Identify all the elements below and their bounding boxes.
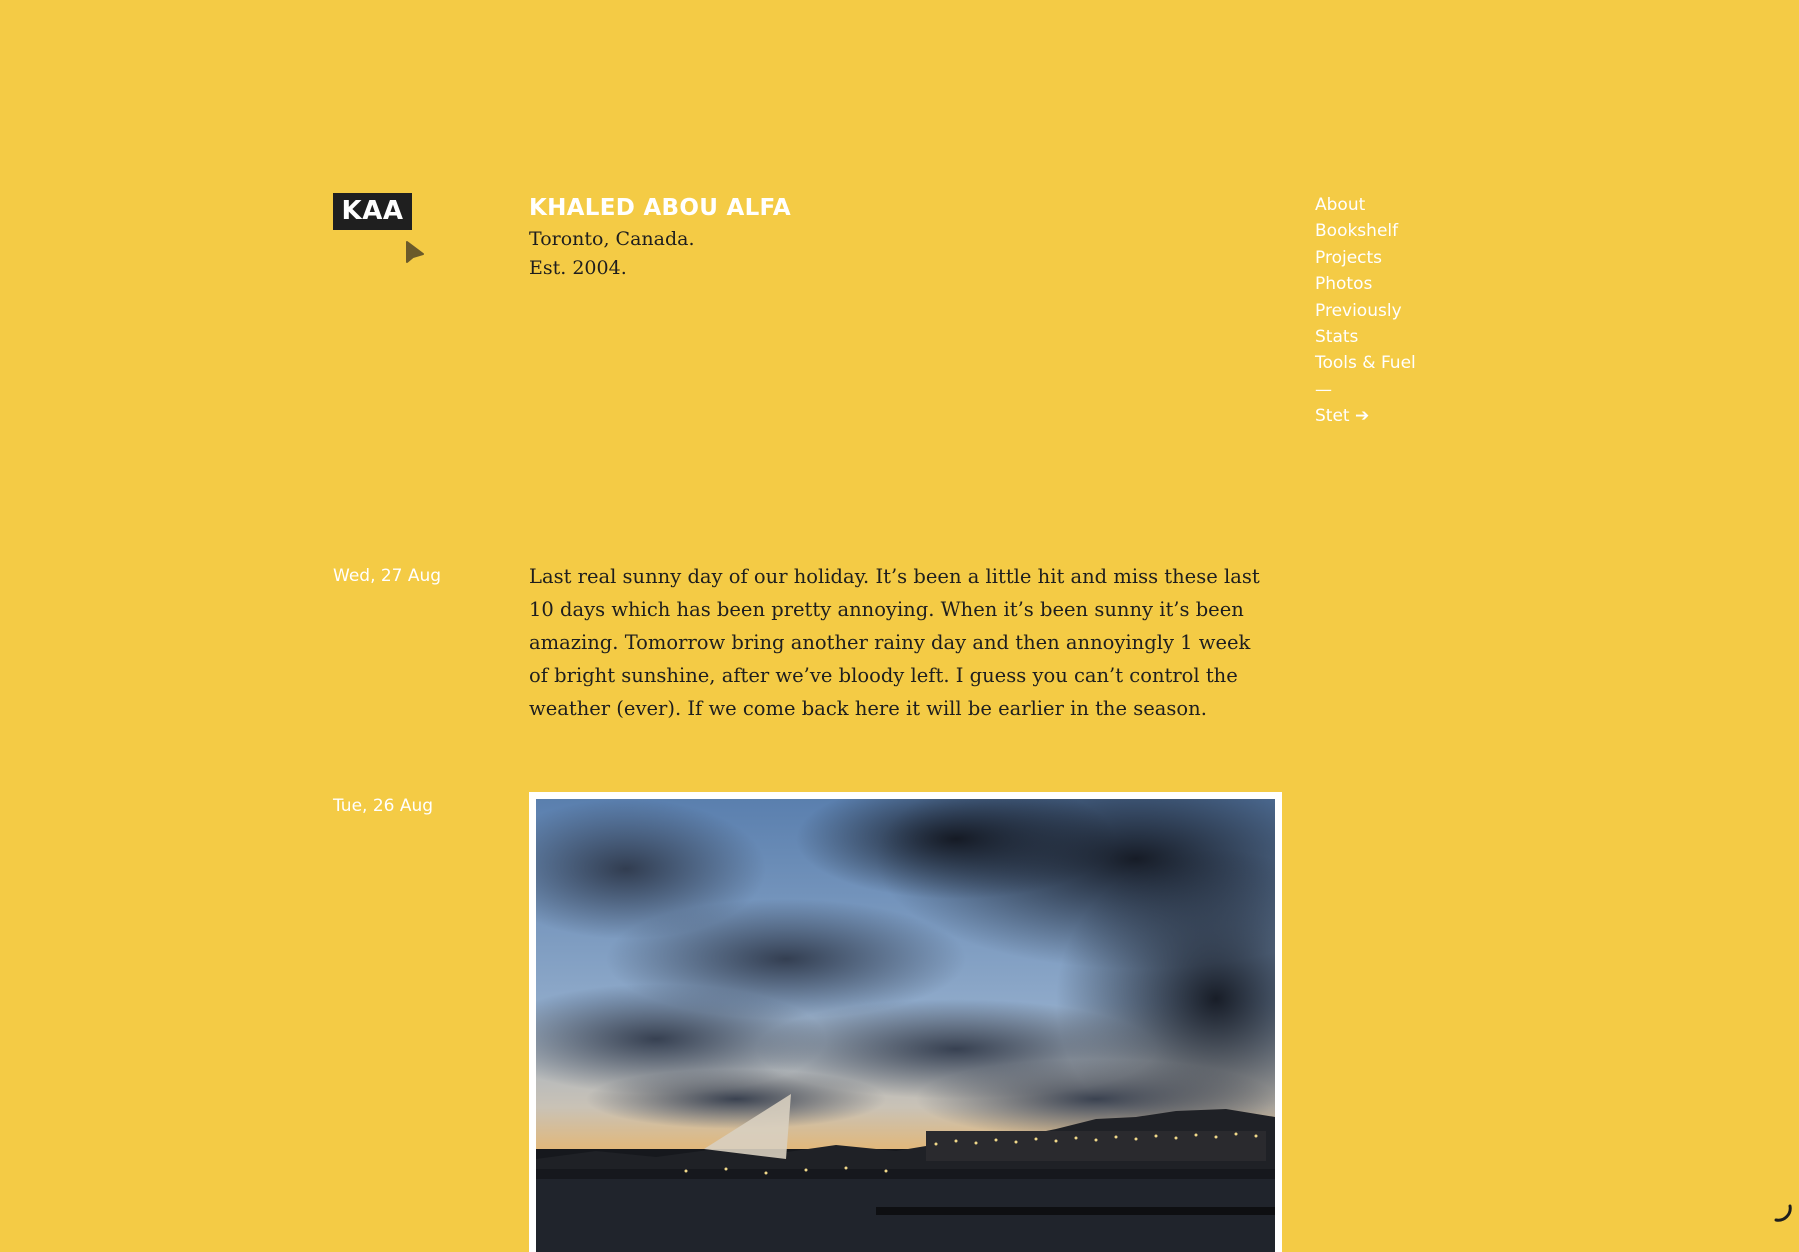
loading-spinner-icon: [1774, 1204, 1792, 1222]
nav-item-about[interactable]: About: [1315, 192, 1416, 218]
nav-item-stats[interactable]: Stats: [1315, 324, 1416, 350]
site-location: Toronto, Canada.: [529, 228, 695, 250]
site-title[interactable]: KHALED ABOU ALFA: [529, 195, 791, 221]
nav-item-tools-fuel[interactable]: Tools & Fuel: [1315, 350, 1416, 376]
nav-item-bookshelf[interactable]: Bookshelf: [1315, 218, 1416, 244]
nav-separator: —: [1315, 379, 1332, 400]
harbour-sunset-photo: [536, 799, 1275, 1252]
nav-item-photos[interactable]: Photos: [1315, 271, 1416, 297]
arrow-cursor-icon: [406, 241, 424, 263]
nav-item-projects[interactable]: Projects: [1315, 245, 1416, 271]
site-established: Est. 2004.: [529, 257, 627, 279]
post-date-1[interactable]: Wed, 27 Aug: [333, 566, 441, 586]
post-date-2[interactable]: Tue, 26 Aug: [333, 796, 433, 816]
nav-item-previously[interactable]: Previously: [1315, 298, 1416, 324]
site-meta: Toronto, Canada. Est. 2004.: [529, 225, 695, 283]
site-logo[interactable]: KAA: [333, 193, 412, 230]
nav-item-stet-link[interactable]: Stet ➔: [1315, 403, 1416, 429]
main-nav: About Bookshelf Projects Photos Previous…: [1315, 192, 1416, 430]
post-text-1: Last real sunny day of our holiday. It’s…: [529, 565, 1260, 720]
post-photo[interactable]: [529, 792, 1282, 1252]
